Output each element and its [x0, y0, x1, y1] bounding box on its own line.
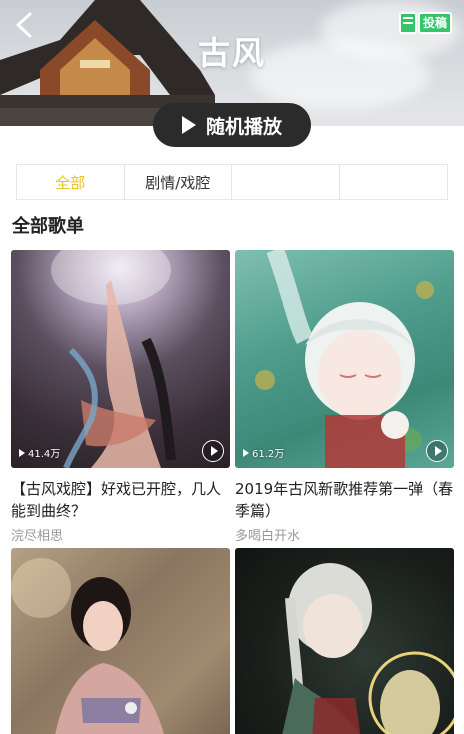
play-count: 61.2万: [243, 445, 284, 460]
tab-drama-opera[interactable]: 剧情/戏腔: [125, 165, 232, 199]
playlist-card[interactable]: [235, 548, 454, 734]
play-circle-icon[interactable]: [426, 440, 448, 462]
play-count-icon: [243, 448, 249, 457]
play-count-value: 61.2万: [252, 449, 285, 460]
tab-all[interactable]: 全部: [17, 165, 125, 199]
shuffle-play-label: 随机播放: [205, 115, 282, 138]
playlist-cover: 61.2万: [235, 250, 454, 468]
playlist-author: 浣尽相思: [11, 529, 64, 544]
tab-empty-3[interactable]: [232, 165, 340, 199]
playlist-title: 2019年古风新歌推荐第一弹（春季篇）: [235, 480, 454, 520]
play-circle-icon[interactable]: [202, 440, 224, 462]
cover-illustration-lantern-girl: [282, 563, 454, 734]
playlist-card[interactable]: [11, 548, 230, 734]
category-tabs: 全部 剧情/戏腔: [16, 164, 448, 200]
play-count-icon: [19, 448, 25, 457]
playlist-title: 【古风戏腔】好戏已开腔，几人能到曲终？: [11, 480, 222, 520]
playlist-author: 多喝白开水: [235, 529, 301, 544]
shuffle-play-button[interactable]: 随机播放: [153, 103, 311, 147]
playlist-card[interactable]: 61.2万 2019年古风新歌推荐第一弹（春季篇） 多喝白开水: [235, 250, 454, 544]
play-icon: [181, 116, 196, 134]
contribute-icon: [398, 12, 417, 34]
cover-illustration-girl: [255, 250, 434, 468]
playlist-card[interactable]: 41.4万 【古风戏腔】好戏已开腔，几人能到曲终？ 浣尽相思: [11, 250, 230, 544]
cover-photo-hanfu-woman: [11, 558, 165, 734]
section-title: 全部歌单: [12, 216, 84, 237]
cover-illustration-dancer: [51, 250, 176, 468]
contribute-label: 投稿: [417, 12, 452, 34]
play-count-value: 41.4万: [28, 449, 61, 460]
playlist-cover: [11, 548, 230, 734]
page-title: 古风: [197, 34, 266, 72]
playlist-cover: 41.4万: [11, 250, 230, 468]
playlist-cover: [235, 548, 454, 734]
tab-empty-4[interactable]: [340, 165, 448, 199]
contribute-button[interactable]: 投稿: [398, 12, 452, 34]
play-count: 41.4万: [19, 445, 60, 460]
